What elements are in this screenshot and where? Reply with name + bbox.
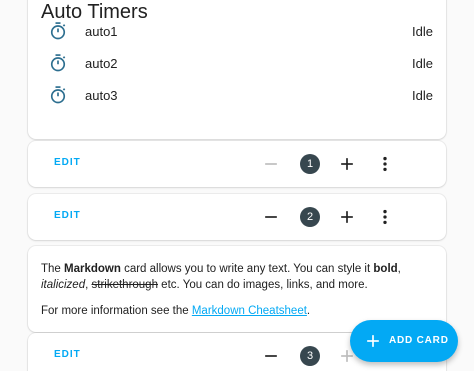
card-options-bar-2: EDIT 2 — [28, 194, 446, 240]
plus-icon — [341, 158, 353, 170]
entity-row-auto3[interactable]: auto3 Idle — [28, 79, 446, 111]
edit-button[interactable]: EDIT — [54, 349, 81, 360]
md-text: card allows you to write any text. You c… — [120, 263, 374, 275]
entity-name: auto2 — [85, 55, 118, 71]
move-down-button[interactable] — [259, 344, 283, 368]
move-down-button[interactable] — [259, 205, 283, 229]
entity-state: Idle — [412, 23, 433, 39]
entity-row-auto2[interactable]: auto2 Idle — [28, 47, 446, 79]
card-menu-button[interactable] — [373, 205, 397, 229]
position-badge: 1 — [300, 154, 320, 174]
add-card-button[interactable]: ADD CARD — [350, 320, 458, 362]
md-strikethrough: strikethrough — [91, 279, 158, 291]
card-menu-button[interactable] — [373, 152, 397, 176]
md-text: . — [306, 305, 311, 317]
entities-card: Auto Timers auto1 Idle auto2 Idle auto3 … — [28, 0, 446, 139]
edit-button[interactable]: EDIT — [54, 157, 81, 168]
entity-row-auto1[interactable]: auto1 Idle — [28, 15, 446, 47]
move-up-button[interactable] — [335, 205, 359, 229]
entity-state: Idle — [412, 87, 433, 103]
move-up-button[interactable] — [335, 152, 359, 176]
more-vert-icon — [383, 156, 387, 172]
entity-state: Idle — [412, 55, 433, 71]
position-badge: 3 — [300, 346, 320, 366]
move-down-button[interactable] — [259, 152, 283, 176]
markdown-paragraph-1: The Markdown card allows you to write an… — [41, 261, 436, 293]
entity-name: auto1 — [85, 23, 118, 39]
minus-icon — [265, 355, 277, 357]
more-vert-icon — [383, 209, 387, 225]
plus-icon — [341, 211, 353, 223]
markdown-cheatsheet-link[interactable]: Markdown Cheatsheet — [192, 305, 307, 317]
timer-icon — [50, 86, 66, 104]
minus-icon — [265, 216, 277, 218]
timer-icon — [50, 22, 66, 40]
md-text: The — [41, 263, 65, 275]
md-text: , — [397, 263, 401, 275]
md-italic: italicized — [41, 279, 86, 291]
card-options-bar-1: EDIT 1 — [28, 141, 446, 187]
md-bold: Markdown — [64, 263, 121, 275]
edit-button[interactable]: EDIT — [54, 210, 81, 221]
md-text: For more information see the — [41, 305, 192, 317]
md-bold: bold — [373, 263, 398, 275]
plus-icon — [367, 335, 379, 347]
entity-name: auto3 — [85, 87, 118, 103]
minus-icon — [265, 163, 277, 165]
position-badge: 2 — [300, 207, 320, 227]
add-card-label: ADD CARD — [389, 335, 449, 346]
timer-icon — [50, 54, 66, 72]
markdown-paragraph-2: For more information see the Markdown Ch… — [41, 303, 436, 319]
md-text: etc. You can do images, links, and more. — [157, 279, 368, 291]
